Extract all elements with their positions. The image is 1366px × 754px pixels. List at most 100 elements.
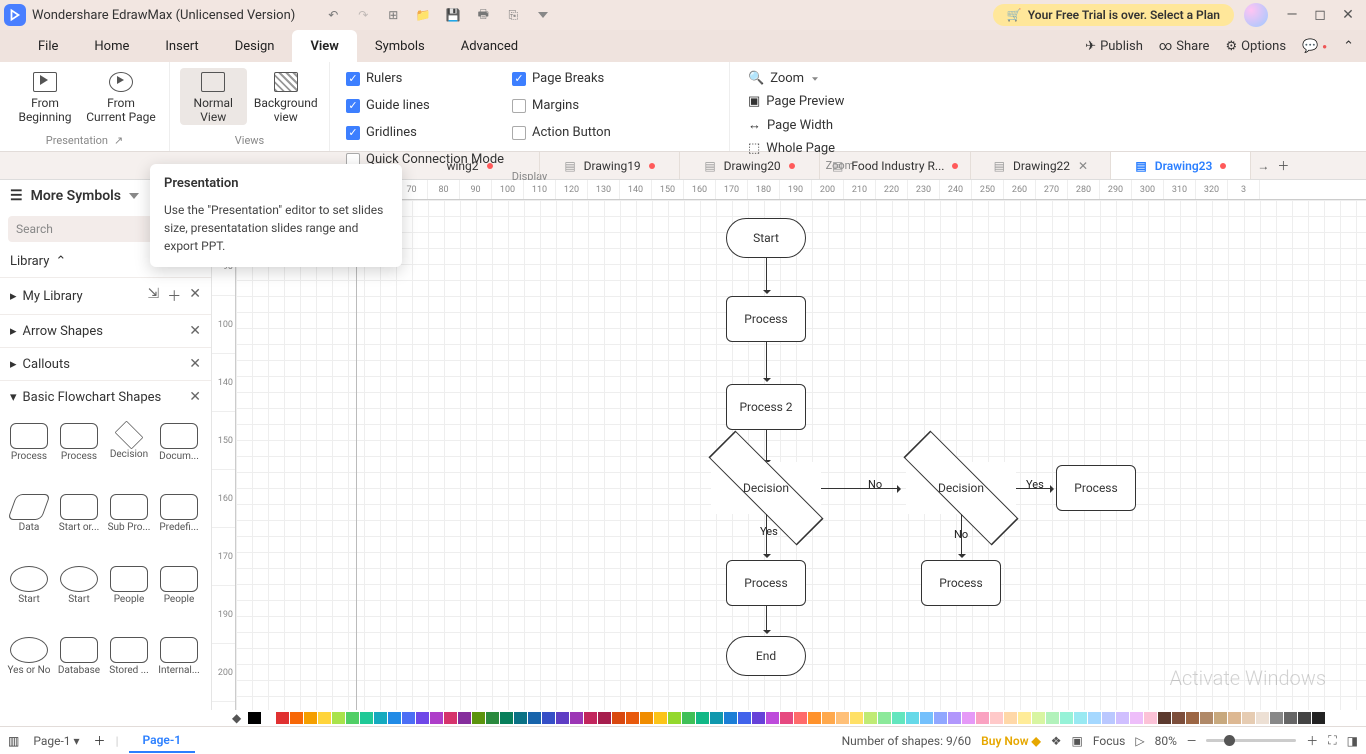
shape-item[interactable]: Sub Pro...: [104, 494, 154, 557]
collapse-ribbon-icon[interactable]: ⌃: [1343, 39, 1354, 54]
node-process4[interactable]: Process: [1056, 465, 1136, 511]
close-button[interactable]: ✕: [1334, 7, 1362, 23]
focus-button[interactable]: Focus: [1093, 734, 1125, 748]
open-icon[interactable]: 📁: [415, 7, 431, 23]
color-chip[interactable]: [528, 712, 541, 724]
import-icon[interactable]: ⇲: [148, 286, 160, 306]
menu-advanced[interactable]: Advanced: [443, 30, 536, 62]
node-decision1[interactable]: Decision: [711, 462, 821, 514]
color-chip[interactable]: [850, 712, 863, 724]
remove-icon[interactable]: ✕: [189, 286, 201, 306]
page-tab-1[interactable]: Page-1: [129, 729, 196, 753]
color-chip[interactable]: [710, 712, 723, 724]
tab-food-industry[interactable]: ▤Food Industry R...: [820, 152, 971, 179]
color-chip[interactable]: [948, 712, 961, 724]
color-chip[interactable]: [1200, 712, 1213, 724]
color-chip[interactable]: [360, 712, 373, 724]
color-chip[interactable]: [1032, 712, 1045, 724]
shape-item[interactable]: Internal...: [154, 637, 204, 700]
options-button[interactable]: ⚙ Options: [1225, 39, 1286, 54]
trial-banner[interactable]: 🛒 Your Free Trial is over. Select a Plan: [993, 4, 1234, 26]
remove-icon[interactable]: ✕: [189, 323, 201, 339]
color-chip[interactable]: [976, 712, 989, 724]
menu-view[interactable]: View: [292, 30, 356, 62]
margins-checkbox[interactable]: ✓Margins: [506, 95, 666, 116]
color-chip[interactable]: [864, 712, 877, 724]
color-chip[interactable]: [346, 712, 359, 724]
notification-icon[interactable]: 💬●: [1302, 39, 1327, 54]
page-tab-selector[interactable]: Page-1 ▾: [19, 730, 93, 752]
color-chip[interactable]: [724, 712, 737, 724]
color-chip[interactable]: [1186, 712, 1199, 724]
color-chip[interactable]: [962, 712, 975, 724]
publish-button[interactable]: ✈ Publish: [1085, 39, 1143, 54]
color-chip[interactable]: [934, 712, 947, 724]
connector[interactable]: [1016, 488, 1052, 489]
color-chip[interactable]: [696, 712, 709, 724]
connector[interactable]: [821, 488, 899, 489]
save-icon[interactable]: 💾: [445, 7, 461, 23]
color-chip[interactable]: [570, 712, 583, 724]
minimize-button[interactable]: —: [1278, 7, 1306, 23]
menu-home[interactable]: Home: [76, 30, 147, 62]
color-chip[interactable]: [1046, 712, 1059, 724]
color-chip[interactable]: [374, 712, 387, 724]
color-chip[interactable]: [780, 712, 793, 724]
color-chip[interactable]: [500, 712, 513, 724]
color-chip[interactable]: [430, 712, 443, 724]
zoom-slider[interactable]: [1206, 739, 1296, 742]
color-chip[interactable]: [304, 712, 317, 724]
color-chip[interactable]: [388, 712, 401, 724]
remove-icon[interactable]: ✕: [189, 389, 201, 405]
color-chip[interactable]: [1214, 712, 1227, 724]
node-start[interactable]: Start: [726, 218, 806, 258]
node-process[interactable]: Process: [726, 296, 806, 342]
color-chip[interactable]: [542, 712, 555, 724]
layers-icon[interactable]: ❖: [1051, 734, 1062, 748]
tab-add-icon[interactable]: ＋: [1277, 157, 1289, 174]
connector[interactable]: [766, 606, 767, 632]
color-chip[interactable]: [892, 712, 905, 724]
color-chip[interactable]: [906, 712, 919, 724]
zoom-button[interactable]: 🔍 Zoom: [740, 68, 828, 89]
close-icon[interactable]: ✕: [1078, 159, 1088, 173]
color-chip[interactable]: [290, 712, 303, 724]
shape-item[interactable]: Start: [54, 566, 104, 629]
connector[interactable]: [766, 342, 767, 380]
node-process2[interactable]: Process 2: [726, 384, 806, 430]
color-chip[interactable]: [1298, 712, 1311, 724]
color-chip[interactable]: [458, 712, 471, 724]
color-chip[interactable]: [668, 712, 681, 724]
menu-file[interactable]: File: [20, 30, 76, 62]
rulers-checkbox[interactable]: ✓Rulers: [340, 68, 500, 89]
shape-item[interactable]: Stored ...: [104, 637, 154, 700]
from-current-page-button[interactable]: From Current Page: [86, 68, 156, 125]
fit-page-icon[interactable]: ⛶: [1328, 733, 1336, 748]
node-process3[interactable]: Process: [726, 560, 806, 606]
shape-item[interactable]: Decision: [104, 423, 154, 486]
color-chip[interactable]: [1088, 712, 1101, 724]
color-chip[interactable]: [248, 712, 261, 724]
menu-design[interactable]: Design: [217, 30, 293, 62]
section-callouts[interactable]: ▸ Callouts✕: [0, 347, 211, 380]
new-icon[interactable]: ⊞: [385, 7, 401, 23]
color-chip[interactable]: [1018, 712, 1031, 724]
color-chip[interactable]: [920, 712, 933, 724]
connector[interactable]: [766, 258, 767, 292]
page-width-button[interactable]: ↔ Page Width: [740, 114, 841, 136]
color-chip[interactable]: [1284, 712, 1297, 724]
color-chip[interactable]: [514, 712, 527, 724]
color-chip[interactable]: [1004, 712, 1017, 724]
menu-symbols[interactable]: Symbols: [357, 30, 443, 62]
color-chip[interactable]: [1158, 712, 1171, 724]
shape-item[interactable]: Process: [54, 423, 104, 486]
gridlines-checkbox[interactable]: ✓Gridlines: [340, 122, 500, 143]
color-chip[interactable]: [1256, 712, 1269, 724]
menu-insert[interactable]: Insert: [147, 30, 216, 62]
color-chip[interactable]: [626, 712, 639, 724]
tab-drawing23[interactable]: ▤Drawing23: [1111, 152, 1251, 179]
color-chip[interactable]: [990, 712, 1003, 724]
guidelines-checkbox[interactable]: ✓Guide lines: [340, 95, 500, 116]
buy-now-link[interactable]: Buy Now ◆: [981, 734, 1041, 748]
present-icon[interactable]: ▣: [1072, 734, 1083, 748]
